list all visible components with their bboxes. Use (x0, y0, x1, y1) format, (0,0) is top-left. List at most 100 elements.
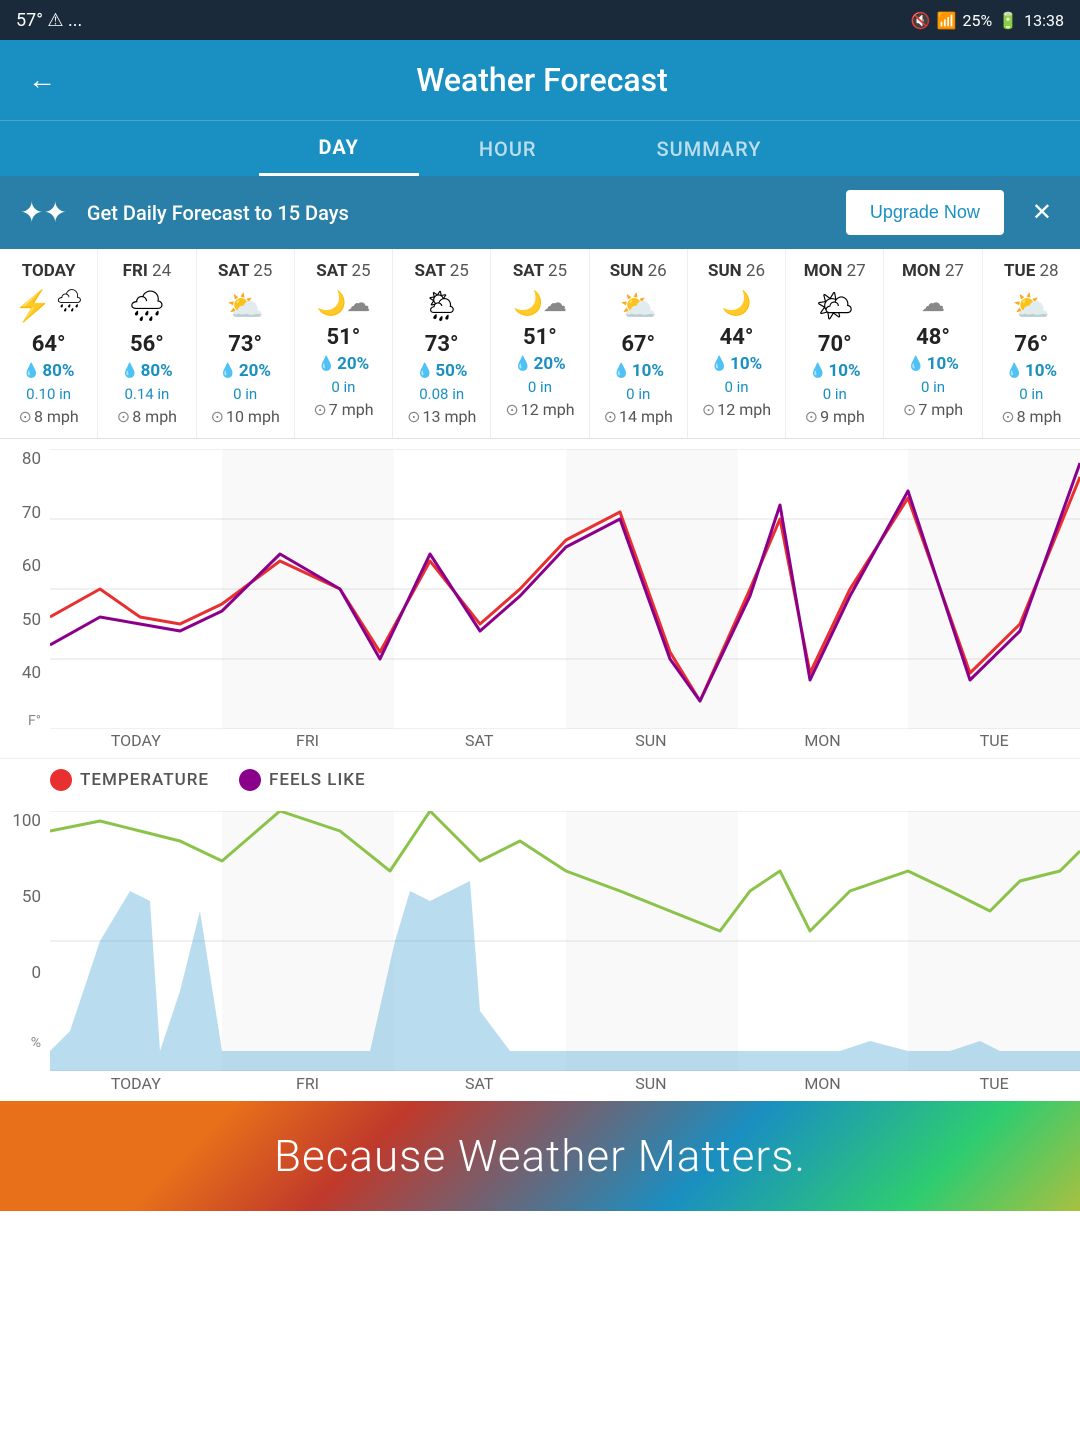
high-temp-fri: 56° (130, 332, 164, 357)
day-label-fri: FRI 24 (123, 261, 172, 281)
precip-pct-mon: 10% (828, 361, 860, 381)
status-bar: 57° ⚠ ... 🔇 📶 25% 🔋 13:38 (0, 0, 1080, 40)
forecast-sat-night2[interactable]: SAT 25 🌙☁ 51° 💧 20% 0 in ⊙ 12 mph (491, 249, 589, 438)
back-button[interactable]: ← (20, 56, 64, 104)
wind-icon-sun: ⊙ (604, 407, 617, 426)
day-label-sun: SUN 26 (610, 261, 667, 281)
precip-chart-container: 100 50 0 % TODAY FRI SAT SUN MON TUE (0, 801, 1080, 1101)
precip-y-100: 100 (12, 811, 41, 831)
legend-feels-like: FEELS LIKE (239, 769, 366, 791)
legend-label-temp: TEMPERATURE (80, 770, 209, 790)
precip-x-fri: FRI (222, 1074, 394, 1093)
x-label-fri: FRI (222, 731, 394, 750)
tab-summary[interactable]: SUMMARY (597, 121, 822, 176)
tab-hour[interactable]: HOUR (419, 121, 597, 176)
day-icon-sat-r: 🌦 (423, 289, 461, 324)
forecast-sun-night[interactable]: SUN 26 🌙 44° 💧 10% 0 in ⊙ 12 mph (688, 249, 786, 438)
sparkle-icon: ✦✦ (20, 196, 67, 229)
wind-icon-sat-r: ⊙ (407, 407, 420, 426)
low-temp-sat: 51° (327, 325, 361, 350)
x-label-sun: SUN (565, 731, 737, 750)
day-label-sat: SAT 25 (218, 261, 272, 281)
forecast-sat-night[interactable]: SAT 25 🌙☁ 51° 💧 20% 0 in ⊙ 7 mph (295, 249, 393, 438)
y-label-50: 50 (22, 610, 41, 630)
day-label-sat-n2: SAT 25 (513, 261, 567, 281)
night-icon-mon: ☁ (921, 289, 945, 317)
day-icon-today2: 🌧 (55, 289, 83, 324)
x-label-tue: TUE (908, 731, 1080, 750)
high-temp-sat-r: 73° (425, 332, 459, 357)
forecast-sun-day[interactable]: SUN 26 ⛅ 67° 💧 10% 0 in ⊙ 14 mph (590, 249, 688, 438)
day-icon-sun: ⛅ (620, 289, 657, 324)
wind-val-fri: 8 mph (132, 407, 177, 426)
status-right: 🔇 📶 25% 🔋 13:38 (911, 11, 1064, 30)
low-temp-mon: 48° (916, 325, 950, 350)
tab-day[interactable]: DAY (259, 121, 419, 176)
upgrade-now-button[interactable]: Upgrade Now (846, 190, 1004, 235)
wind-val-sat-n2: 12 mph (521, 400, 575, 419)
forecast-fri[interactable]: FRI 24 🌧 56° 💧 80% 0.14 in ⊙ 8 mph (98, 249, 196, 438)
forecast-tue[interactable]: TUE 28 ⛅ 76° 💧 10% 0 in ⊙ 8 mph (983, 249, 1080, 438)
forecast-today[interactable]: TODAY ⚡ 🌧 64° 💧 80% 0.10 in ⊙ 8 mph (0, 249, 98, 438)
precip-pct-sat-n2: 20% (534, 354, 566, 374)
wind-icon-sat: ⊙ (211, 407, 224, 426)
precip-chart-svg (50, 811, 1080, 1071)
wind-icon-sat-n: ⊙ (313, 400, 326, 419)
high-temp-sun: 67° (621, 332, 655, 357)
battery-icon: 🔋 (998, 11, 1018, 30)
precip-y-0: 0 (31, 963, 41, 983)
legend-label-feels: FEELS LIKE (269, 770, 366, 790)
precip-y-unit: % (31, 1035, 41, 1051)
x-label-sat: SAT (393, 731, 565, 750)
status-left: 57° ⚠ ... (16, 10, 82, 31)
app-bar: ← Weather Forecast (0, 40, 1080, 120)
precip-y-labels: 100 50 0 % (0, 811, 45, 1051)
day-label-today: TODAY (22, 261, 76, 281)
app-title: Weather Forecast (84, 61, 1000, 99)
wind-val-sun: 14 mph (619, 407, 673, 426)
mute-icon: 🔇 (911, 11, 931, 30)
battery-text: 25% (963, 11, 993, 30)
wind-icon-sat-n2: ⊙ (505, 400, 518, 419)
high-temp-today: 64° (32, 332, 66, 357)
day-label-sat-n: SAT 25 (316, 261, 370, 281)
temp-x-labels: TODAY FRI SAT SUN MON TUE (50, 731, 1080, 750)
wind-val-mon-n: 7 mph (918, 400, 963, 419)
precip-amt-tue: 0 in (1019, 385, 1043, 403)
forecast-sat-rain[interactable]: SAT 25 🌦 73° 💧 50% 0.08 in ⊙ 13 mph (393, 249, 491, 438)
low-temp-sun: 44° (720, 325, 754, 350)
precip-pct-sat-n: 20% (337, 354, 369, 374)
precip-pct-today: 80% (42, 361, 74, 381)
bottom-tagline: Because Weather Matters. (274, 1130, 806, 1182)
close-banner-button[interactable]: ✕ (1024, 190, 1060, 235)
day-label-mon: MON 27 (804, 261, 866, 281)
precip-x-labels: TODAY FRI SAT SUN MON TUE (50, 1074, 1080, 1093)
day-label-mon-n: MON 27 (902, 261, 964, 281)
bottom-banner: Because Weather Matters. (0, 1101, 1080, 1211)
precip-x-sun: SUN (565, 1074, 737, 1093)
x-label-mon: MON (737, 731, 909, 750)
night-icon-sat2: 🌙☁ (513, 289, 567, 317)
wind-val-sat-r: 13 mph (423, 407, 477, 426)
day-icon-today: ⚡ (14, 289, 51, 324)
temp-chart-container: 80 70 60 50 40 F° TODAY FRI SAT SUN MON … (0, 439, 1080, 759)
legend-dot-feels (239, 769, 261, 791)
precip-amt-mon: 0 in (823, 385, 847, 403)
wind-val-sat-n: 7 mph (329, 400, 374, 419)
wind-val-tue: 8 mph (1017, 407, 1062, 426)
precip-x-mon: MON (737, 1074, 909, 1093)
night-icon-sat: 🌙☁ (316, 289, 370, 317)
day-label-tue: TUE 28 (1004, 261, 1059, 281)
precip-x-sat: SAT (393, 1074, 565, 1093)
precip-amt-sat-n: 0 in (331, 378, 355, 396)
forecast-mon-night[interactable]: MON 27 ☁ 48° 💧 10% 0 in ⊙ 7 mph (884, 249, 982, 438)
high-temp-mon: 70° (818, 332, 852, 357)
forecast-sat-day[interactable]: SAT 25 ⛅ 73° 💧 20% 0 in ⊙ 10 mph (197, 249, 295, 438)
time-display: 13:38 (1024, 11, 1064, 30)
day-label-sat-r: SAT 25 (415, 261, 469, 281)
forecast-mon-day[interactable]: MON 27 🌤 70° 💧 10% 0 in ⊙ 9 mph (786, 249, 884, 438)
x-label-today: TODAY (50, 731, 222, 750)
precip-pct-sun-n: 10% (730, 354, 762, 374)
precip-pct-mon-n: 10% (927, 354, 959, 374)
precip-pct-fri: 80% (141, 361, 173, 381)
